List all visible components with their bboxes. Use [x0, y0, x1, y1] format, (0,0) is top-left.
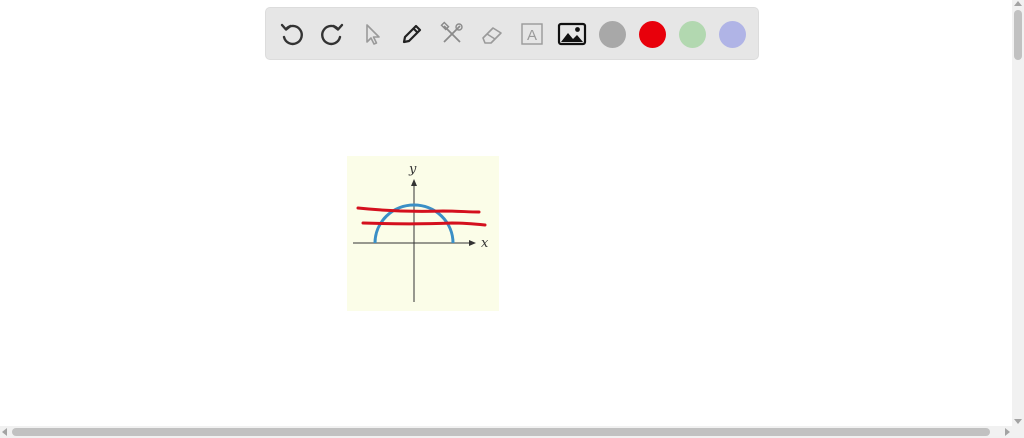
- scroll-up-icon[interactable]: [1014, 1, 1022, 6]
- whiteboard-canvas[interactable]: [0, 68, 1012, 426]
- image-button[interactable]: [556, 18, 588, 50]
- drawing-toolbar: A: [265, 7, 759, 60]
- eraser-icon: [482, 27, 502, 44]
- y-axis-label: y: [408, 162, 417, 177]
- vertical-scrollbar[interactable]: [1012, 0, 1024, 426]
- redo-icon: [321, 23, 344, 46]
- text-icon: A: [521, 23, 543, 45]
- redo-button[interactable]: [316, 18, 348, 50]
- undo-button[interactable]: [276, 18, 308, 50]
- semicircle-graph-figure: x y: [347, 156, 499, 311]
- scroll-right-icon[interactable]: [1005, 428, 1010, 436]
- horizontal-scrollbar[interactable]: [0, 426, 1024, 438]
- color-purple-swatch[interactable]: [719, 21, 746, 48]
- color-red-swatch[interactable]: [639, 21, 666, 48]
- tools-button[interactable]: [436, 18, 468, 50]
- color-green-swatch[interactable]: [679, 21, 706, 48]
- eraser-button[interactable]: [476, 18, 508, 50]
- graph-svg: x y: [353, 162, 489, 302]
- text-button[interactable]: A: [516, 18, 548, 50]
- scroll-left-icon[interactable]: [2, 428, 7, 436]
- x-axis-label: x: [481, 236, 489, 251]
- pen-icon: [402, 24, 422, 44]
- pen-button[interactable]: [396, 18, 428, 50]
- color-gray-swatch[interactable]: [599, 21, 626, 48]
- image-icon: [557, 22, 587, 46]
- svg-text:A: A: [527, 27, 537, 44]
- pointer-icon: [366, 24, 380, 45]
- red-line-lower: [361, 221, 487, 227]
- vertical-scroll-thumb[interactable]: [1014, 10, 1022, 60]
- tools-icon: [440, 21, 463, 43]
- scroll-down-icon[interactable]: [1014, 419, 1022, 424]
- horizontal-scroll-thumb[interactable]: [12, 428, 990, 436]
- undo-icon: [280, 23, 303, 46]
- red-line-upper: [356, 206, 481, 214]
- pointer-button[interactable]: [356, 18, 388, 50]
